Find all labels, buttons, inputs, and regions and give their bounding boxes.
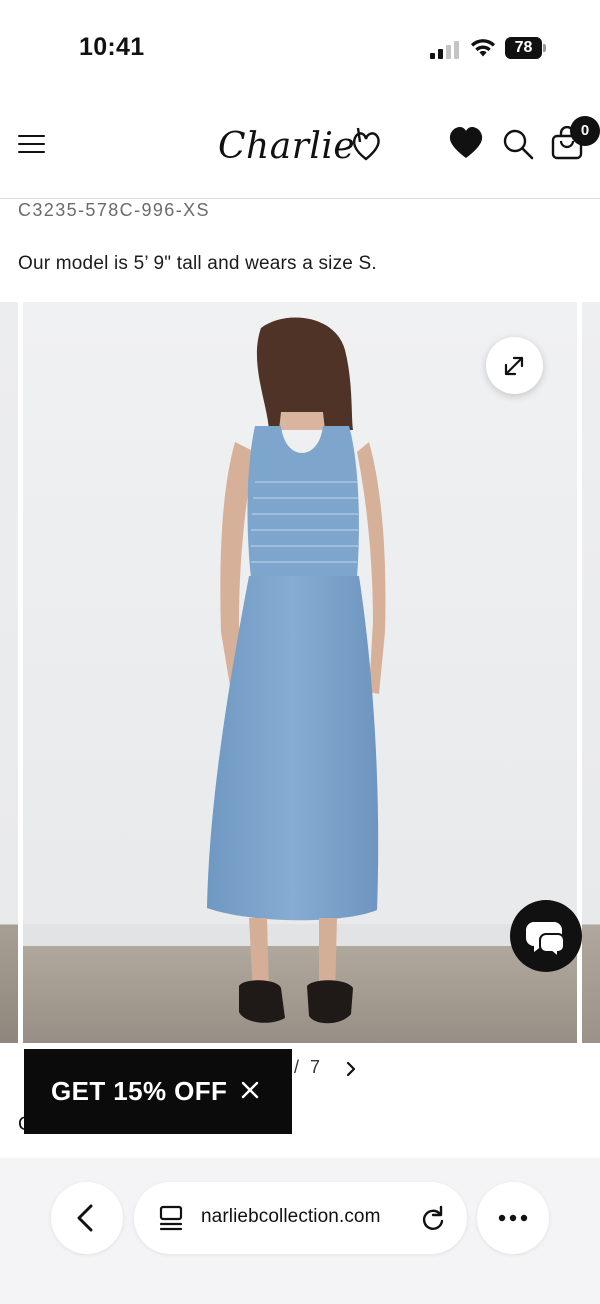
brand-logo[interactable]: Charlie xyxy=(214,118,386,174)
expand-photo-button[interactable] xyxy=(486,337,543,394)
browser-toolbar: narliebcollection.com xyxy=(0,1158,600,1304)
promo-label: GET 15% OFF xyxy=(51,1076,228,1106)
product-photo[interactable] xyxy=(23,302,577,1043)
product-sku: C3235-578C-996-XS xyxy=(18,200,210,220)
battery-indicator: 78 xyxy=(505,37,547,59)
pager-separator: / xyxy=(294,1057,300,1077)
cellular-signal-icon xyxy=(430,39,460,59)
pager-total: 7 xyxy=(310,1057,321,1077)
site-header: Charlie 0 xyxy=(0,96,600,199)
more-dots-icon xyxy=(498,1214,528,1222)
hamburger-menu-icon[interactable] xyxy=(18,135,46,155)
chat-button[interactable] xyxy=(510,900,582,972)
logo-heart-mark xyxy=(352,127,380,161)
next-photo-peek[interactable] xyxy=(582,302,600,1043)
address-bar[interactable]: narliebcollection.com xyxy=(134,1182,467,1254)
battery-percent: 78 xyxy=(505,37,542,59)
heart-icon[interactable] xyxy=(448,126,484,160)
url-text[interactable]: narliebcollection.com xyxy=(201,1206,381,1228)
close-icon[interactable] xyxy=(239,1079,261,1101)
browser-back-button[interactable] xyxy=(51,1182,123,1254)
chevron-right-icon[interactable] xyxy=(342,1057,360,1081)
chevron-left-icon xyxy=(77,1204,93,1232)
reload-icon[interactable] xyxy=(420,1204,446,1232)
page-view-icon[interactable] xyxy=(158,1204,184,1232)
cart-count-badge[interactable]: 0 xyxy=(570,116,600,146)
status-bar: 10:41 78 xyxy=(0,0,600,96)
model-size-note: Our model is 5’ 9" tall and wears a size… xyxy=(18,253,377,274)
previous-photo-peek[interactable] xyxy=(0,302,18,1043)
chat-bubbles-icon xyxy=(526,922,565,960)
wifi-icon xyxy=(471,39,495,57)
search-icon[interactable] xyxy=(502,128,534,160)
discount-promo-banner[interactable]: GET 15% OFF xyxy=(24,1049,292,1134)
expand-arrows-icon xyxy=(504,356,524,376)
browser-more-button[interactable] xyxy=(477,1182,549,1254)
status-time: 10:41 xyxy=(79,33,145,61)
logo-text: Charlie xyxy=(218,126,356,167)
